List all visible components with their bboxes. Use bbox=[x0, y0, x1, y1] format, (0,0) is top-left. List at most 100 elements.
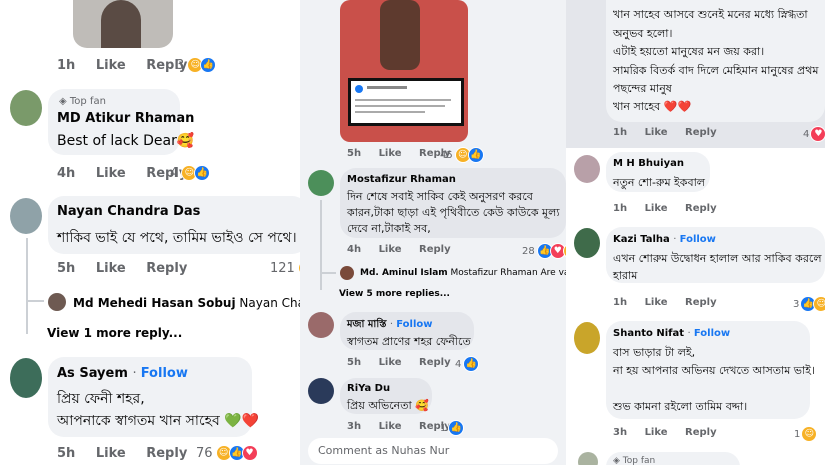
commenter-name[interactable]: Shanto Nifat bbox=[613, 328, 684, 339]
view-more-replies-link[interactable]: View 5 more replies... bbox=[339, 289, 450, 299]
comment-text-line-2: হারাম bbox=[613, 269, 638, 282]
reaction-count: 28 bbox=[522, 245, 535, 257]
like-icon: 👍 bbox=[200, 57, 217, 73]
reply-button[interactable]: Reply bbox=[685, 203, 717, 214]
commenter-name[interactable]: M H Bhuiyan bbox=[613, 158, 684, 169]
post-image-partial bbox=[73, 0, 173, 48]
avatar[interactable] bbox=[340, 266, 354, 280]
like-button[interactable]: Like bbox=[96, 58, 126, 73]
reply-preview[interactable]: Md. Aminul Islam Mostafizur Rhaman Are v… bbox=[360, 268, 566, 278]
reaction-summary[interactable]: 1 ☺ bbox=[794, 426, 818, 442]
like-icon: 👍 bbox=[194, 165, 211, 181]
like-button[interactable]: Like bbox=[379, 148, 402, 159]
commenter-name[interactable]: RiYa Du bbox=[347, 383, 390, 394]
comment-text: প্রিয় অভিনেতা 🥰 bbox=[347, 399, 429, 412]
avatar[interactable] bbox=[578, 452, 598, 465]
reply-button[interactable]: Reply bbox=[685, 127, 717, 138]
post-meta: 1h Like Reply bbox=[57, 58, 187, 73]
like-button[interactable]: Like bbox=[645, 127, 668, 138]
reaction-summary[interactable]: 4 ☺ 👍 bbox=[170, 165, 211, 181]
comment-header: মজা মাস্তি · Follow bbox=[347, 319, 433, 330]
like-button[interactable]: Like bbox=[645, 203, 668, 214]
timestamp: 5h bbox=[57, 446, 76, 461]
avatar[interactable] bbox=[308, 312, 334, 338]
avatar[interactable] bbox=[10, 90, 42, 126]
reply-button[interactable]: Reply bbox=[685, 297, 717, 308]
shared-photo[interactable] bbox=[340, 0, 468, 142]
avatar[interactable] bbox=[48, 293, 66, 311]
timestamp: 1h bbox=[57, 58, 76, 73]
comment-text: স্বাগতম প্রাণের শহর ফেনীতে bbox=[347, 335, 471, 348]
comment-text-line-6: খান সাহেব ❤️❤️ bbox=[613, 100, 692, 113]
follow-button[interactable]: Follow bbox=[680, 234, 716, 245]
commenter-name[interactable]: Nayan Chandra Das bbox=[57, 204, 200, 219]
comment-meta: 1h Like Reply bbox=[613, 297, 717, 308]
avatar[interactable] bbox=[574, 228, 600, 258]
like-button[interactable]: Like bbox=[645, 297, 668, 308]
follow-button[interactable]: Follow bbox=[141, 366, 188, 381]
follow-button[interactable]: Follow bbox=[694, 328, 730, 339]
reaction-count: 1 bbox=[440, 422, 447, 434]
commenter-name[interactable]: As Sayem bbox=[57, 366, 128, 381]
comment-meta: 1h Like Reply bbox=[613, 203, 717, 214]
comment-header: As Sayem · Follow bbox=[57, 366, 188, 381]
reaction-summary[interactable]: 28 👍 ♥ ☺ bbox=[522, 243, 566, 259]
reaction-summary[interactable]: 76 ☺ 👍 ♥ bbox=[196, 445, 258, 461]
comment-input[interactable]: Comment as Nuhas Nur bbox=[308, 438, 558, 464]
avatar[interactable] bbox=[308, 378, 334, 404]
like-icon: 👍 bbox=[448, 420, 465, 436]
reply-button[interactable]: Reply bbox=[146, 446, 187, 461]
reaction-summary[interactable]: 1 👍 bbox=[440, 420, 465, 436]
avatar[interactable] bbox=[574, 322, 600, 354]
like-button[interactable]: Like bbox=[379, 244, 402, 255]
comment-header: Kazi Talha · Follow bbox=[613, 234, 716, 245]
like-button[interactable]: Like bbox=[379, 357, 402, 368]
reaction-count: 1 bbox=[794, 428, 801, 440]
thread-line bbox=[320, 200, 322, 290]
reaction-summary[interactable]: 4 👍 bbox=[455, 356, 480, 372]
avatar[interactable] bbox=[10, 198, 42, 234]
follow-button[interactable]: Follow bbox=[396, 319, 432, 330]
reaction-count: 3 bbox=[176, 57, 185, 73]
like-button[interactable]: Like bbox=[645, 427, 668, 438]
reply-preview[interactable]: Md Mehedi Hasan Sobuj Nayan Chandra Das … bbox=[73, 296, 300, 310]
thread-connector bbox=[320, 272, 336, 274]
comment-text-line-3: শুভ কামনা রইলো তামিম বদ্দা। bbox=[613, 400, 748, 413]
screenshot-inset bbox=[348, 78, 464, 126]
commenter-name[interactable]: Kazi Talha bbox=[613, 234, 670, 245]
badge-label: Top fan bbox=[622, 456, 656, 465]
comments-column-middle: 5h Like Reply 45 ☺ 👍 Mostafizur Rhaman দ… bbox=[300, 0, 566, 465]
reply-button[interactable]: Reply bbox=[419, 244, 451, 255]
reply-button[interactable]: Reply bbox=[685, 427, 717, 438]
avatar[interactable] bbox=[574, 155, 600, 183]
like-button[interactable]: Like bbox=[96, 446, 126, 461]
like-button[interactable]: Like bbox=[96, 261, 126, 276]
top-fan-badge: ◈ Top fan bbox=[59, 96, 106, 107]
reaction-count: 76 bbox=[196, 445, 213, 461]
like-button[interactable]: Like bbox=[96, 166, 126, 181]
comment-text-line-3: এটাই হয়তো মানুষের মন জয় করা। bbox=[613, 45, 765, 58]
like-icon: 👍 bbox=[467, 147, 484, 163]
timestamp: 5h bbox=[347, 357, 362, 368]
view-more-replies-link[interactable]: View 1 more reply... bbox=[47, 326, 182, 340]
comment-meta: 3h Like Reply bbox=[347, 421, 451, 432]
reply-text: Mostafizur Rhaman Are vai Tam... bbox=[450, 268, 566, 278]
reply-button[interactable]: Reply bbox=[419, 357, 451, 368]
comment-text-line-1: খান সাহেব আসবে শুনেই মনের মধ্যে স্নিগ্ধত… bbox=[613, 8, 808, 21]
reaction-summary[interactable]: 3 ☺ 👍 bbox=[176, 57, 217, 73]
reaction-summary[interactable]: 3 👍 ☺ bbox=[793, 296, 825, 312]
reaction-summary[interactable]: 4 ♥ bbox=[803, 126, 825, 142]
avatar[interactable] bbox=[10, 358, 42, 398]
commenter-name[interactable]: MD Atikur Rhaman bbox=[57, 111, 194, 126]
reaction-summary[interactable]: 121 ☺ bbox=[270, 260, 300, 276]
timestamp: 3h bbox=[347, 421, 362, 432]
commenter-name[interactable]: মজা মাস্তি bbox=[347, 319, 386, 330]
comment-meta: 1h Like Reply bbox=[613, 127, 717, 138]
commenter-name[interactable]: Mostafizur Rhaman bbox=[347, 174, 456, 185]
comment-meta: 5h Like Reply bbox=[57, 446, 187, 461]
avatar[interactable] bbox=[308, 170, 334, 196]
reply-button[interactable]: Reply bbox=[146, 261, 187, 276]
like-button[interactable]: Like bbox=[379, 421, 402, 432]
reaction-summary[interactable]: 45 ☺ 👍 bbox=[440, 147, 484, 163]
comment-text-line-2: অনুভব হলো। bbox=[613, 27, 673, 40]
